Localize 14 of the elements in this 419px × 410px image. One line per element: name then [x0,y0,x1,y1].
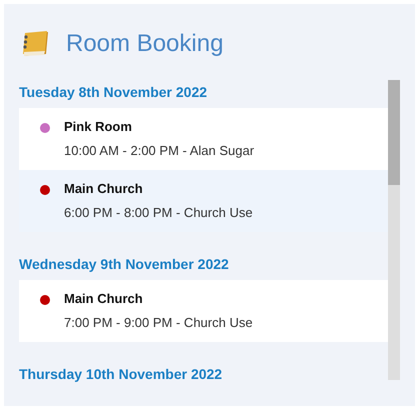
page-title: Room Booking [66,29,224,59]
room-name: Pink Room [64,118,133,136]
booking-details: 7:00 PM - 9:00 PM - Church Use [64,314,253,332]
date-heading: Thursday 10th November 2022 [19,365,224,384]
booking-item[interactable]: Pink Room 10:00 AM - 2:00 PM - Alan Sugar [19,108,388,170]
scrollbar-thumb[interactable] [388,80,400,185]
date-heading: Wednesday 9th November 2022 [19,255,230,274]
booking-details: 6:00 PM - 8:00 PM - Church Use [64,204,253,222]
room-name: Main Church [64,180,144,198]
booking-item[interactable]: Main Church 7:00 PM - 9:00 PM - Church Use [19,280,388,342]
scrollbar-track[interactable] [388,80,400,380]
room-name: Main Church [64,290,144,308]
date-heading: Tuesday 8th November 2022 [19,83,208,102]
booking-details: 10:00 AM - 2:00 PM - Alan Sugar [64,142,254,160]
